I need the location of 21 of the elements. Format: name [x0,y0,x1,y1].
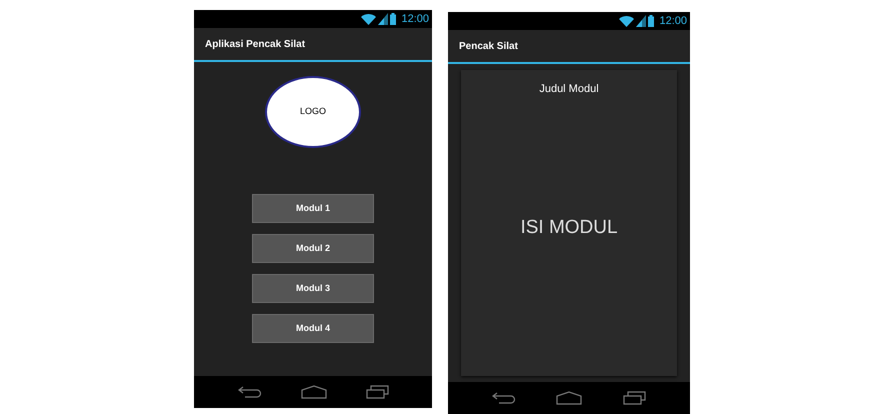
logo-label: LOGO [300,105,326,118]
back-icon[interactable] [492,392,516,404]
home-icon[interactable] [300,385,326,399]
signal-icon [636,15,646,27]
status-time: 12:00 [659,16,687,26]
module-button[interactable]: Modul 3 [252,274,374,303]
module-content: ISI MODUL [520,216,618,240]
battery-icon [648,15,654,27]
battery-icon [390,13,396,25]
app-title: Aplikasi Pencak Silat [205,38,306,52]
recents-icon[interactable] [366,385,388,399]
module-button[interactable]: Modul 2 [252,234,374,263]
status-time: 12:00 [401,14,429,24]
signal-icon [378,13,388,25]
module-button[interactable]: Modul 4 [252,314,374,343]
back-icon[interactable] [238,386,262,398]
module-button[interactable]: Modul 1 [252,194,374,223]
recents-icon[interactable] [622,391,646,405]
home-icon[interactable] [556,391,582,405]
module-title: Judul Modul [539,82,599,97]
app-title: Pencak Silat [459,40,518,54]
